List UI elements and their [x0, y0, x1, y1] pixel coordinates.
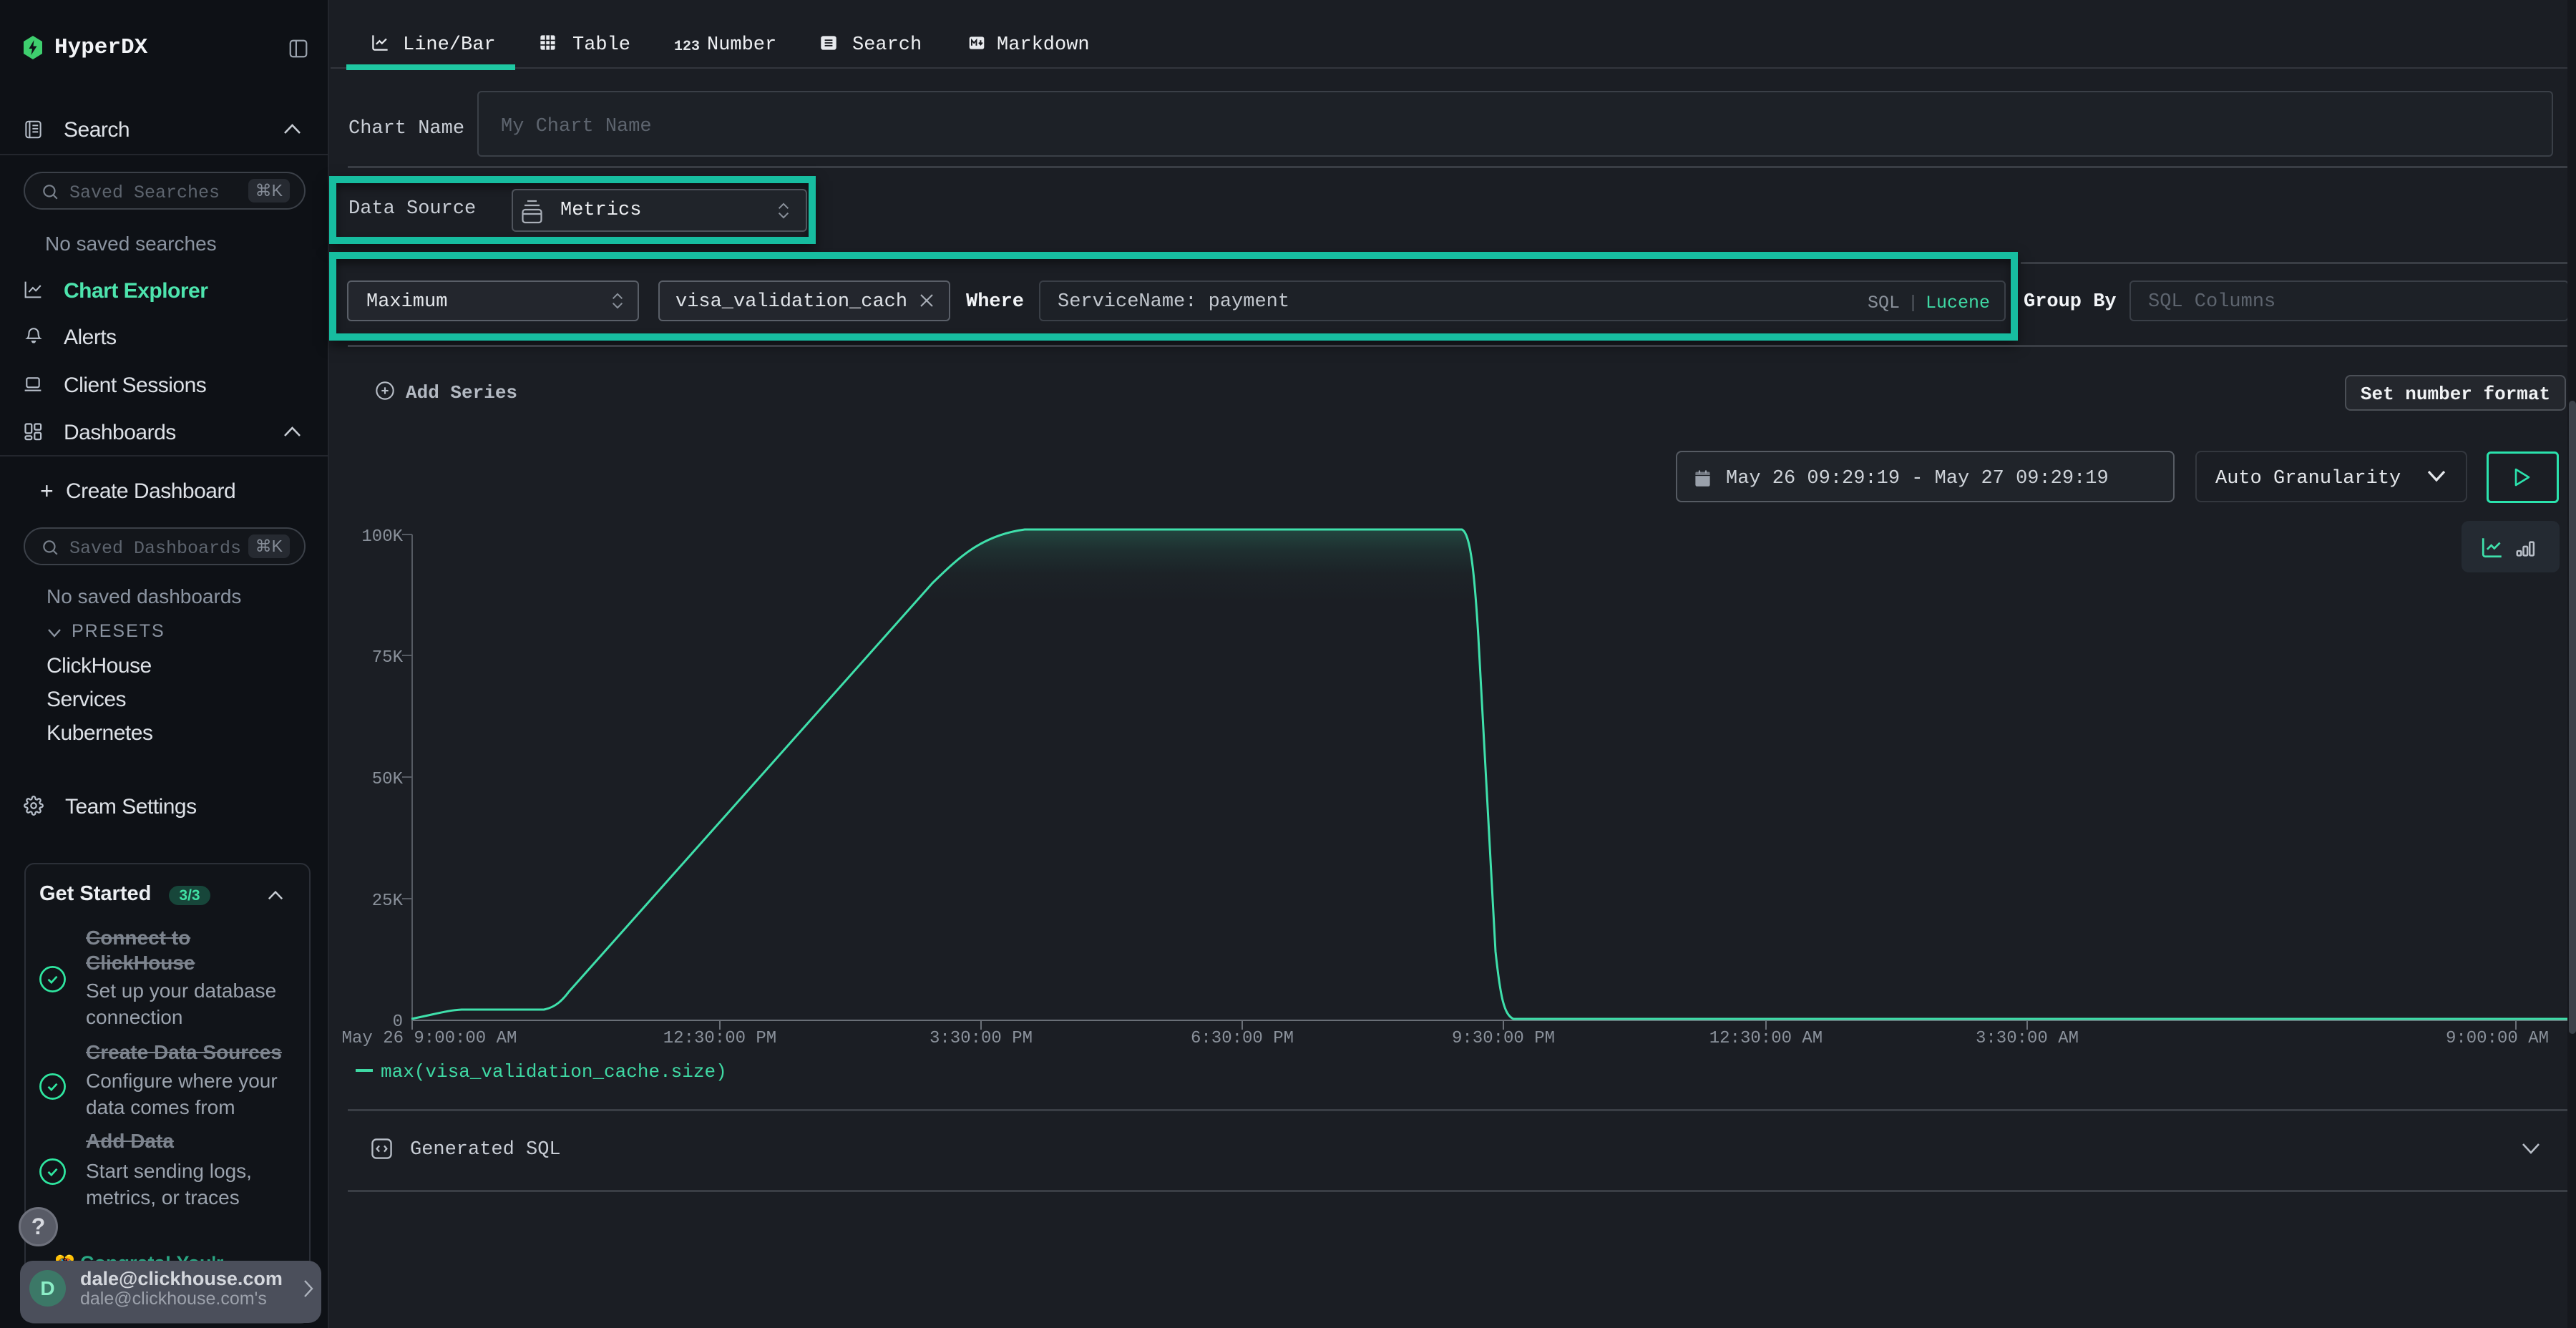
svg-text:May 26 9:00:00 AM: May 26 9:00:00 AM — [342, 1029, 517, 1048]
svg-text:6:30:00 PM: 6:30:00 PM — [1191, 1029, 1294, 1048]
svg-text:100K: 100K — [361, 527, 403, 547]
svg-text:12:30:00 PM: 12:30:00 PM — [663, 1029, 776, 1048]
svg-text:9:00:00 AM: 9:00:00 AM — [2446, 1029, 2549, 1048]
svg-text:75K: 75K — [372, 648, 404, 668]
svg-text:25K: 25K — [372, 892, 404, 911]
svg-text:50K: 50K — [372, 770, 404, 789]
svg-text:3:30:00 AM: 3:30:00 AM — [1976, 1029, 2079, 1048]
svg-text:12:30:00 AM: 12:30:00 AM — [1709, 1029, 1823, 1048]
svg-text:9:30:00 PM: 9:30:00 PM — [1452, 1029, 1555, 1048]
svg-text:3:30:00 PM: 3:30:00 PM — [930, 1029, 1033, 1048]
